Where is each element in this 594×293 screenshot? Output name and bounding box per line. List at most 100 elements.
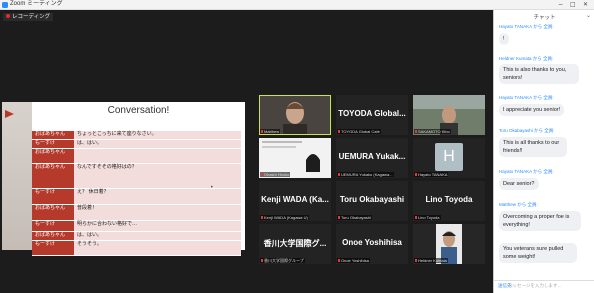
- participant-big-name: TOYODA Global...: [338, 109, 406, 118]
- chat-sender: Hayato TANAKA から 全員:: [499, 24, 554, 29]
- participant-name: Heldner Kumata: [414, 258, 448, 263]
- chat-sender: Toru Okabayashi から 全員:: [499, 128, 555, 133]
- line-cell: そうそう。: [74, 240, 241, 256]
- participant-name: Kenji WADA (Kagawa U): [260, 215, 309, 220]
- shared-slide: Conversation! おばあちゃん ちょっとこっちに来て座りなさい。 もーす…: [2, 102, 245, 256]
- mic-muted-icon: [415, 259, 417, 262]
- mic-muted-icon: [261, 259, 263, 262]
- mic-muted-icon: [415, 216, 417, 219]
- dialogue-table: おばあちゃん ちょっとこっちに来て座りなさい。 もーすけ は、はい。 おばあちゃん …: [32, 131, 241, 256]
- title-bar: Zoom ミーティング − □ ✕: [0, 0, 594, 10]
- arrow-icon: [5, 110, 14, 118]
- mic-muted-icon: [261, 130, 263, 133]
- participant-big-name: Onoe Yoshihisa: [342, 238, 402, 247]
- mic-muted-icon: [338, 173, 340, 176]
- line-cell: 普段着！: [74, 204, 241, 221]
- speaker-cell: もーすけ: [32, 220, 74, 232]
- table-row: もーすけ そうそう。: [32, 240, 241, 256]
- minimize-button[interactable]: −: [558, 0, 563, 9]
- recording-label: レコーディング: [12, 14, 51, 20]
- chat-input-placeholder: メッセージを入力します…: [508, 283, 562, 288]
- chat-panel: チャット ⌄ Hayato TANAKA から 全員: ! Heldner Ku…: [493, 10, 594, 293]
- line-cell: [74, 148, 241, 164]
- line-cell: え？ 休日着？: [74, 188, 241, 205]
- record-dot-icon: [6, 14, 10, 18]
- participant-grid: Matthew TOYODA Global... TOYODA Global C…: [259, 95, 491, 264]
- table-row: おばあちゃん は、はい。: [32, 231, 241, 241]
- mic-muted-icon: [261, 216, 263, 219]
- participant-name: Hayato TANAKA: [414, 172, 449, 177]
- speaker-cell: おばあちゃん: [32, 131, 74, 140]
- participant-name: Matthew: [260, 129, 281, 134]
- line-cell: は、はい。: [74, 231, 241, 241]
- speaker-cell: おばあちゃん: [32, 148, 74, 164]
- participant-name: Toru Okabayashi: [337, 215, 373, 220]
- participant-tile[interactable]: Matthew: [259, 95, 331, 135]
- close-button[interactable]: ✕: [583, 0, 588, 9]
- mic-muted-icon: [338, 259, 340, 262]
- mic-muted-icon: [415, 173, 417, 176]
- table-row: もーすけ 明らかに合わない格好で…: [32, 220, 241, 232]
- participant-big-name: Lino Toyoda: [425, 195, 473, 204]
- line-cell: 明らかに合わない格好で…: [74, 220, 241, 232]
- participant-name: Ohashi Hiroko: [260, 172, 291, 177]
- participant-name: Onoe Yoshihisa: [337, 258, 370, 263]
- line-cell: は、はい。: [74, 139, 241, 149]
- mic-muted-icon: [415, 130, 417, 133]
- participant-big-name: UEMURA Yukak...: [338, 152, 406, 161]
- chat-message: This is also thanks to you, seniors!: [499, 64, 579, 84]
- participant-tile[interactable]: SAKAMOTO Kiho: [413, 95, 485, 135]
- participant-big-name: Kenji WADA (Ka...: [261, 195, 329, 204]
- participant-name: Lino Toyoda: [414, 215, 441, 220]
- participant-tile[interactable]: Onoe Yoshihisa Onoe Yoshihisa: [336, 224, 408, 264]
- zoom-logo-icon: [2, 1, 8, 8]
- participant-name: TOYODA Global Cafe: [337, 129, 381, 134]
- participant-tile[interactable]: H Hayato TANAKA: [413, 138, 485, 178]
- chat-message: I appreciate you senior!: [499, 104, 565, 116]
- speaker-cell: おばあちゃん: [32, 163, 74, 189]
- table-row: おばあちゃん ちょっとこっちに来て座りなさい。: [32, 131, 241, 140]
- speaker-cell: おばあちゃん: [32, 204, 74, 221]
- chat-message: This is all thanks to our friends!!: [499, 137, 567, 157]
- chat-message: Overcoming a proper foe is everything!: [499, 211, 581, 231]
- chat-sender: Hayato TANAKA から 全員:: [499, 95, 554, 100]
- speaker-cell: もーすけ: [32, 240, 74, 256]
- speaker-cell: もーすけ: [32, 188, 74, 205]
- table-row: もーすけ は、はい。: [32, 139, 241, 149]
- chat-message: !: [499, 33, 509, 45]
- participant-name: SAKAMOTO Kiho: [414, 129, 451, 134]
- participant-tile[interactable]: UEMURA Yukak... UEMURA Yukako (Kagawa...: [336, 138, 408, 178]
- line-cell: なんですそその格好はの？: [74, 163, 241, 189]
- speaker-cell: おばあちゃん: [32, 231, 74, 241]
- participant-tile[interactable]: TOYODA Global... TOYODA Global Cafe: [336, 95, 408, 135]
- video-area: レコーディング Conversation! おばあちゃん ちょっとこっちに来て座り…: [0, 10, 492, 293]
- slide-bullet: •: [210, 184, 214, 191]
- chat-input[interactable]: 送信先: メッセージを入力します…: [494, 280, 594, 293]
- table-row: おばあちゃん: [32, 148, 241, 164]
- speaker-cell: もーすけ: [32, 139, 74, 149]
- participant-tile[interactable]: Ohashi Hiroko: [259, 138, 331, 178]
- participant-big-name: Toru Okabayashi: [339, 195, 405, 204]
- slide-title: Conversation!: [107, 105, 170, 116]
- chat-message: You veterans sure pulled some weight!: [499, 243, 577, 263]
- chevron-down-icon[interactable]: ⌄: [586, 12, 591, 19]
- participant-tile[interactable]: Kenji WADA (Ka... Kenji WADA (Kagawa U): [259, 181, 331, 221]
- window-title: Zoom ミーティング: [10, 1, 63, 7]
- mic-muted-icon: [261, 173, 263, 176]
- avatar: H: [435, 143, 463, 171]
- chat-title: チャット: [533, 15, 556, 21]
- participant-big-name: 香川大学国際グ...: [263, 239, 327, 248]
- participant-tile[interactable]: 香川大学国際グ... 香川大学国際グループ: [259, 224, 331, 264]
- participant-name: UEMURA Yukako (Kagawa...: [337, 172, 394, 177]
- chat-message: Dear senior?: [499, 178, 539, 190]
- participant-tile[interactable]: Toru Okabayashi Toru Okabayashi: [336, 181, 408, 221]
- recording-indicator[interactable]: レコーディング: [3, 13, 54, 21]
- line-cell: ちょっとこっちに来て座りなさい。: [74, 131, 241, 140]
- maximize-button[interactable]: □: [570, 0, 576, 9]
- participant-tile[interactable]: Lino Toyoda Lino Toyoda: [413, 181, 485, 221]
- chat-sender: Matthew から 全員:: [499, 202, 538, 207]
- slide-side-band: [2, 102, 32, 250]
- participant-tile[interactable]: Heldner Kumata: [413, 224, 485, 264]
- mic-muted-icon: [338, 216, 340, 219]
- chat-sender: Heldner Kumata から 全員:: [499, 56, 554, 61]
